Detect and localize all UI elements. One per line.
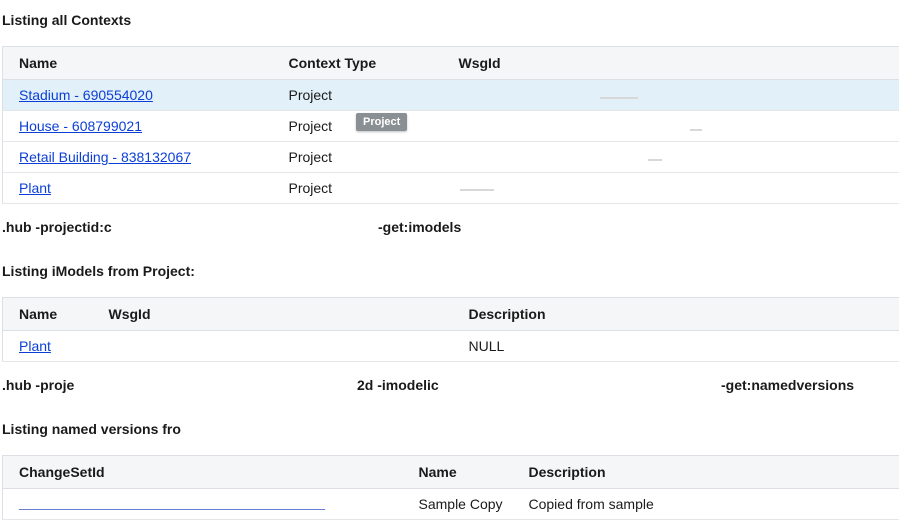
command-line-prefix: .hub -proje xyxy=(2,377,75,393)
page: Listing all Contexts Name Context Type W… xyxy=(0,0,899,532)
changesetid-cell xyxy=(2,488,403,520)
context-type-cell: Project xyxy=(272,79,443,111)
wsgid-cell xyxy=(442,172,899,204)
column-header-changesetid[interactable]: ChangeSetId xyxy=(2,455,403,489)
column-header-context-type[interactable]: Context Type xyxy=(272,46,443,80)
redacted-value xyxy=(648,159,662,161)
command-line-suffix: -get:imodels xyxy=(378,219,462,235)
name-cell: House - 608799021 xyxy=(2,110,273,142)
table-row[interactable]: Stadium - 690554020 Project xyxy=(2,79,899,111)
versions-header-row: ChangeSetId Name Description xyxy=(2,455,899,489)
column-header-description[interactable]: Description xyxy=(512,455,899,489)
context-type-cell: Project xyxy=(272,172,443,204)
wsgid-cell xyxy=(442,110,899,142)
redacted-value xyxy=(600,97,638,99)
imodels-heading: Listing iModels from Project: xyxy=(2,263,195,279)
wsgid-cell xyxy=(92,330,453,362)
column-header-wsgid[interactable]: WsgId xyxy=(442,46,899,80)
column-header-name[interactable]: Name xyxy=(2,46,273,80)
changeset-link[interactable] xyxy=(19,495,325,510)
redacted-value xyxy=(460,189,494,191)
name-cell: Plant xyxy=(2,330,93,362)
versions-table: ChangeSetId Name Description Sample Copy… xyxy=(2,455,899,520)
context-type-tooltip: Project xyxy=(356,113,408,131)
command-line-prefix: .hub -projectid:c xyxy=(2,219,112,235)
context-link[interactable]: Stadium - 690554020 xyxy=(19,87,153,103)
column-header-description[interactable]: Description xyxy=(452,297,899,331)
description-cell: NULL xyxy=(452,330,899,362)
name-cell: Retail Building - 838132067 xyxy=(2,141,273,173)
context-type-cell: Project xyxy=(272,141,443,173)
name-cell: Stadium - 690554020 xyxy=(2,79,273,111)
contexts-heading: Listing all Contexts xyxy=(2,12,132,28)
table-row[interactable]: Plant Project xyxy=(2,172,899,204)
command-line-suffix: -get:namedversions xyxy=(721,377,855,393)
redacted-value xyxy=(690,129,702,131)
table-row[interactable]: House - 608799021 Project xyxy=(2,110,899,142)
column-header-name[interactable]: Name xyxy=(402,455,513,489)
version-name-cell: Sample Copy xyxy=(402,488,513,520)
name-cell: Plant xyxy=(2,172,273,204)
command-line-middle: 2d -imodelic xyxy=(357,377,439,393)
imodel-link[interactable]: Plant xyxy=(19,338,51,354)
contexts-table: Name Context Type WsgId Stadium - 690554… xyxy=(2,46,899,204)
description-cell: Copied from sample xyxy=(512,488,899,520)
table-row[interactable]: Plant NULL xyxy=(2,330,899,362)
versions-heading: Listing named versions fro xyxy=(2,421,181,437)
context-link[interactable]: Retail Building - 838132067 xyxy=(19,149,191,165)
context-link[interactable]: Plant xyxy=(19,180,51,196)
column-header-name[interactable]: Name xyxy=(2,297,93,331)
context-link[interactable]: House - 608799021 xyxy=(19,118,142,134)
table-row[interactable]: Sample Copy Copied from sample xyxy=(2,488,899,520)
column-header-wsgid[interactable]: WsgId xyxy=(92,297,453,331)
table-row[interactable]: Retail Building - 838132067 Project xyxy=(2,141,899,173)
wsgid-cell xyxy=(442,79,899,111)
imodels-header-row: Name WsgId Description xyxy=(2,297,899,331)
contexts-header-row: Name Context Type WsgId xyxy=(2,46,899,80)
imodels-table: Name WsgId Description Plant NULL xyxy=(2,297,899,362)
wsgid-cell xyxy=(442,141,899,173)
